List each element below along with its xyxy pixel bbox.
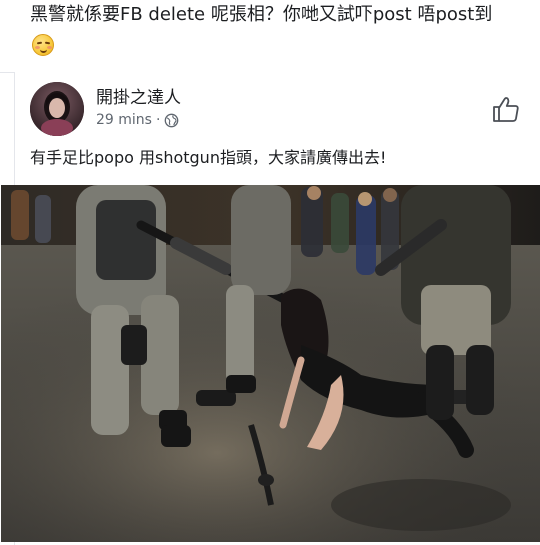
post-time[interactable]: 29 mins <box>96 112 152 128</box>
author-name[interactable]: 開掛之達人 <box>96 87 181 109</box>
post-caption: 有手足比popo 用shotgun指頭，大家請廣傳出去! <box>30 148 387 167</box>
blushing-face-emoji-icon <box>32 34 54 56</box>
author-avatar[interactable] <box>30 82 84 136</box>
post-photo[interactable] <box>1 185 540 542</box>
news-photo <box>1 185 540 542</box>
previous-comment: 黑警就係要FB delete 呢張相？你哋又試吓post 唔post到 <box>0 0 540 73</box>
previous-comment-text: 黑警就係要FB delete 呢張相？你哋又試吓post 唔post到 <box>30 4 493 25</box>
post-card: 開掛之達人 29 mins · 有手足比popo 用shotgun指頭，大家請廣… <box>1 72 540 545</box>
thumbs-up-icon[interactable] <box>491 94 521 124</box>
avatar-image <box>30 82 84 136</box>
meta-separator: · <box>155 112 161 128</box>
post-meta: 29 mins · <box>96 112 179 128</box>
globe-icon[interactable] <box>164 113 179 128</box>
